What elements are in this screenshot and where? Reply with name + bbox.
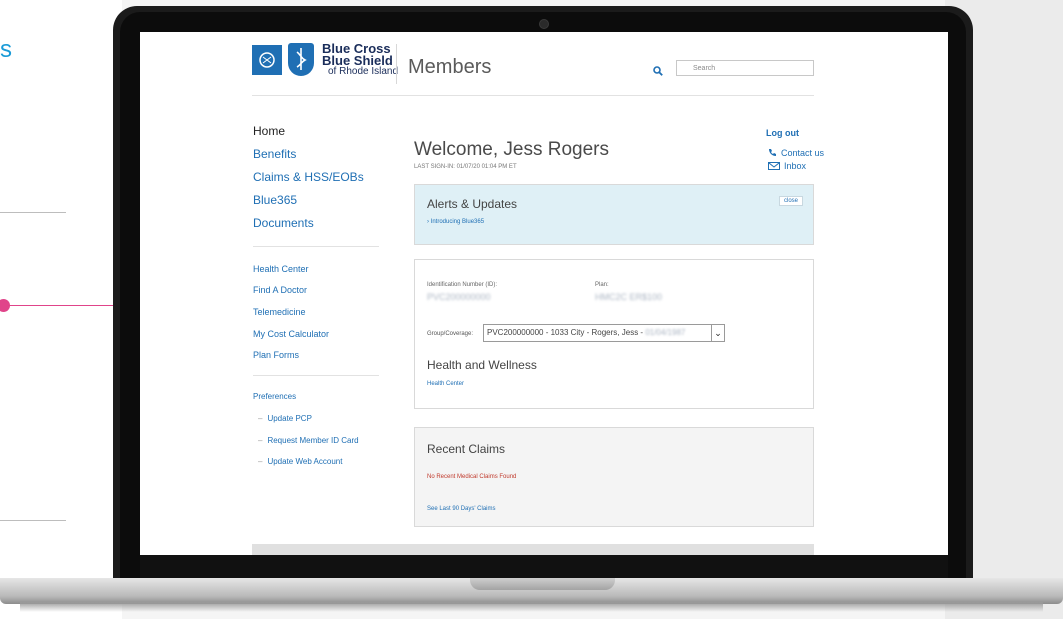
pref-label: Update PCP	[267, 414, 312, 423]
sidebar-item-claims[interactable]: Claims & HSS/EOBs	[253, 170, 364, 184]
group-coverage-select[interactable]: PVC200000000 - 1033 City - Rogers, Jess …	[483, 324, 725, 342]
camera-icon	[539, 19, 549, 29]
pref-item-update-web-account[interactable]: – Update Web Account	[258, 457, 342, 466]
laptop-shadow	[20, 602, 1043, 612]
sidebar-item-telemedicine[interactable]: Telemedicine	[253, 307, 306, 317]
sidebar-item-find-doctor[interactable]: Find A Doctor	[253, 285, 307, 295]
sidebar-item-documents[interactable]: Documents	[253, 216, 314, 230]
last-sign-in: LAST SIGN-IN: 01/07/20 01:04 PM ET	[414, 164, 517, 170]
pref-item-update-pcp[interactable]: – Update PCP	[258, 414, 312, 423]
alert-link[interactable]: › Introducing Blue365	[427, 219, 484, 225]
divider	[0, 520, 66, 521]
inbox-link[interactable]: Inbox	[768, 161, 806, 171]
see-claims-link[interactable]: See Last 90 Days' Claims	[427, 506, 496, 512]
select-value-blurred: 01/04/1987	[645, 328, 686, 337]
select-value: PVC200000000 - 1033 City - Rogers, Jess …	[487, 328, 646, 337]
id-label: Identification Number (ID):	[427, 282, 498, 288]
divider	[252, 95, 814, 96]
search-icon[interactable]	[653, 63, 663, 76]
pref-label: Update Web Account	[267, 457, 343, 466]
preferences-heading[interactable]: Preferences	[253, 392, 296, 401]
sidebar-item-cost-calculator[interactable]: My Cost Calculator	[253, 329, 329, 339]
divider	[253, 246, 379, 247]
contact-link[interactable]: Contact us	[768, 148, 824, 158]
chevron-down-icon[interactable]: ⌄	[711, 325, 724, 341]
laptop-chin	[140, 555, 948, 579]
mail-icon	[768, 162, 780, 170]
plan-value: HMC2C ER$100	[595, 292, 663, 302]
group-coverage-label: Group/Coverage:	[427, 331, 474, 337]
alerts-panel: Alerts & Updates › Introducing Blue365 c…	[414, 184, 814, 245]
browser-viewport: Blue Cross Blue Shield of Rhode Island M…	[140, 32, 948, 555]
dash-icon: –	[258, 436, 263, 445]
sidebar-item-health-center[interactable]: Health Center	[253, 264, 309, 274]
pref-label: Request Member ID Card	[267, 436, 359, 445]
page-title: Welcome, Jess Rogers	[414, 139, 609, 160]
divider	[253, 375, 379, 376]
sidebar-item-benefits[interactable]: Benefits	[253, 147, 296, 161]
laptop-notch	[470, 578, 615, 590]
contact-label: Contact us	[781, 148, 825, 158]
plan-label: Plan:	[595, 282, 609, 288]
close-button[interactable]: close	[778, 196, 803, 206]
brand-subline: of Rhode Island	[328, 66, 399, 77]
sidebar-item-blue365[interactable]: Blue365	[253, 193, 297, 207]
search-input[interactable]: Search	[676, 60, 814, 76]
page-section-title: Members	[408, 56, 492, 78]
phone-icon	[768, 148, 777, 157]
pref-item-request-id-card[interactable]: – Request Member ID Card	[258, 436, 359, 445]
shield-icon	[288, 43, 314, 76]
footer-bar	[252, 544, 814, 555]
left-margin: s	[0, 0, 122, 619]
sidebar-item-plan-forms[interactable]: Plan Forms	[253, 350, 299, 360]
dash-icon: –	[258, 414, 263, 423]
alerts-title: Alerts & Updates	[427, 197, 518, 211]
coverage-panel: Identification Number (ID): PVC200000000…	[414, 259, 814, 409]
recent-claims-panel: Recent Claims No Recent Medical Claims F…	[414, 427, 814, 527]
sidebar-item-home[interactable]: Home	[253, 124, 285, 138]
health-wellness-title: Health and Wellness	[427, 358, 537, 372]
logout-link[interactable]: Log out	[766, 128, 799, 138]
heading-fragment: s	[0, 36, 12, 63]
health-center-link[interactable]: Health Center	[427, 381, 464, 387]
claims-title: Recent Claims	[427, 442, 506, 456]
inbox-label: Inbox	[784, 161, 807, 171]
cross-icon	[252, 45, 282, 75]
divider	[396, 44, 397, 84]
dash-icon: –	[258, 457, 263, 466]
claims-empty-message: No Recent Medical Claims Found	[427, 474, 517, 480]
divider	[0, 212, 66, 213]
id-value: PVC200000000	[427, 292, 491, 302]
